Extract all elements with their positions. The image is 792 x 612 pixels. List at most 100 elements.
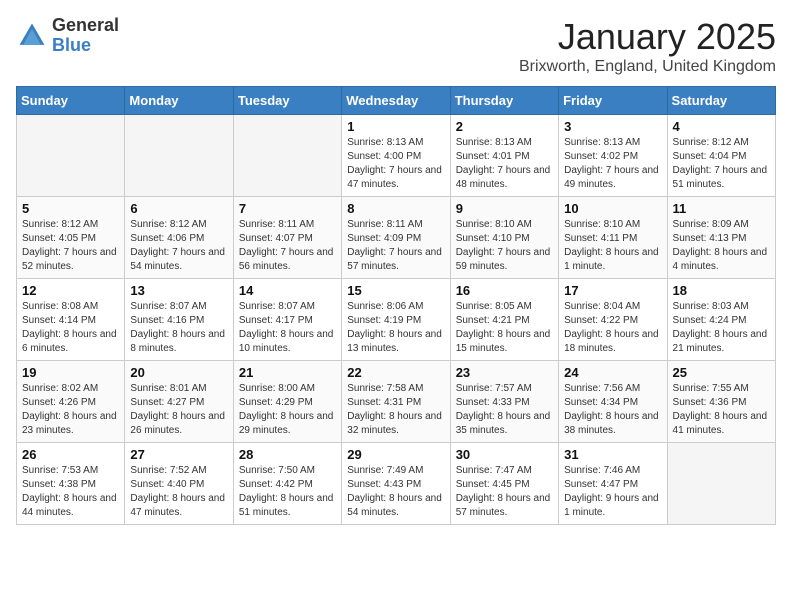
day-number: 30	[456, 447, 553, 462]
logo-blue: Blue	[52, 36, 119, 56]
day-info: Sunrise: 8:04 AM Sunset: 4:22 PM Dayligh…	[564, 300, 661, 356]
calendar-cell	[667, 443, 775, 525]
day-info: Sunrise: 8:07 AM Sunset: 4:17 PM Dayligh…	[239, 300, 336, 356]
weekday-header-wednesday: Wednesday	[342, 87, 450, 115]
calendar-cell: 28Sunrise: 7:50 AM Sunset: 4:42 PM Dayli…	[233, 443, 341, 525]
calendar-cell: 16 Sunrise: 8:05 AM Sunset: 4:21 PM Dayli…	[450, 279, 558, 361]
title-block: January 2025 Brixworth, England, United …	[519, 16, 776, 76]
day-number: 6	[130, 201, 227, 216]
calendar-cell: 3Sunrise: 8:13 AM Sunset: 4:02 PM Daylig…	[559, 115, 667, 197]
calendar-cell: 14 Sunrise: 8:07 AM Sunset: 4:17 PM Dayli…	[233, 279, 341, 361]
calendar-cell: 18 Sunrise: 8:03 AM Sunset: 4:24 PM Dayli…	[667, 279, 775, 361]
day-info: Sunrise: 8:03 AM Sunset: 4:24 PM Dayligh…	[673, 300, 770, 356]
logo-text: General Blue	[52, 16, 119, 56]
day-number: 13	[130, 283, 227, 298]
day-info: Sunrise: 8:12 AM Sunset: 4:05 PM Dayligh…	[22, 218, 119, 274]
calendar-week-row: 26 Sunrise: 7:53 AM Sunset: 4:38 PM Dayli…	[17, 443, 776, 525]
day-number: 12	[22, 283, 119, 298]
calendar-cell	[17, 115, 125, 197]
calendar-cell: 6 Sunrise: 8:12 AM Sunset: 4:06 PM Daylig…	[125, 197, 233, 279]
calendar-cell: 25 Sunrise: 7:55 AM Sunset: 4:36 PM Dayli…	[667, 361, 775, 443]
weekday-header-row: SundayMondayTuesdayWednesdayThursdayFrid…	[17, 87, 776, 115]
day-info: Sunrise: 8:10 AM Sunset: 4:11 PM Dayligh…	[564, 218, 661, 274]
weekday-header-thursday: Thursday	[450, 87, 558, 115]
day-info: Sunrise: 8:12 AM Sunset: 4:06 PM Dayligh…	[130, 218, 227, 274]
day-info: Sunrise: 8:10 AM Sunset: 4:10 PM Dayligh…	[456, 218, 553, 274]
day-number: 7	[239, 201, 336, 216]
day-number: 26	[22, 447, 119, 462]
day-info: Sunrise: 8:13 AM Sunset: 4:01 PM Dayligh…	[456, 136, 553, 192]
calendar-cell: 26 Sunrise: 7:53 AM Sunset: 4:38 PM Dayli…	[17, 443, 125, 525]
day-info: Sunrise: 7:58 AM Sunset: 4:31 PM Dayligh…	[347, 382, 444, 438]
day-info: Sunrise: 8:09 AM Sunset: 4:13 PM Dayligh…	[673, 218, 770, 274]
calendar-cell: 8 Sunrise: 8:11 AM Sunset: 4:09 PM Daylig…	[342, 197, 450, 279]
calendar-cell: 11 Sunrise: 8:09 AM Sunset: 4:13 PM Dayli…	[667, 197, 775, 279]
day-number: 14	[239, 283, 336, 298]
day-number: 18	[673, 283, 770, 298]
day-number: 20	[130, 365, 227, 380]
day-info: Sunrise: 7:56 AM Sunset: 4:34 PM Dayligh…	[564, 382, 661, 438]
day-info: Sunrise: 8:05 AM Sunset: 4:21 PM Dayligh…	[456, 300, 553, 356]
day-number: 8	[347, 201, 444, 216]
weekday-header-tuesday: Tuesday	[233, 87, 341, 115]
calendar-cell: 15Sunrise: 8:06 AM Sunset: 4:19 PM Dayli…	[342, 279, 450, 361]
day-info: Sunrise: 8:00 AM Sunset: 4:29 PM Dayligh…	[239, 382, 336, 438]
calendar-header: SundayMondayTuesdayWednesdayThursdayFrid…	[17, 87, 776, 115]
day-number: 11	[673, 201, 770, 216]
day-number: 2	[456, 119, 553, 134]
day-info: Sunrise: 7:49 AM Sunset: 4:43 PM Dayligh…	[347, 464, 444, 520]
calendar-cell: 20 Sunrise: 8:01 AM Sunset: 4:27 PM Dayli…	[125, 361, 233, 443]
page-header: General Blue January 2025 Brixworth, Eng…	[16, 16, 776, 76]
day-number: 25	[673, 365, 770, 380]
day-number: 5	[22, 201, 119, 216]
calendar-cell: 19Sunrise: 8:02 AM Sunset: 4:26 PM Dayli…	[17, 361, 125, 443]
calendar-cell: 31 Sunrise: 7:46 AM Sunset: 4:47 PM Dayli…	[559, 443, 667, 525]
calendar-cell: 5 Sunrise: 8:12 AM Sunset: 4:05 PM Daylig…	[17, 197, 125, 279]
calendar-cell: 24 Sunrise: 7:56 AM Sunset: 4:34 PM Dayli…	[559, 361, 667, 443]
day-info: Sunrise: 8:13 AM Sunset: 4:02 PM Dayligh…	[564, 136, 661, 192]
weekday-header-saturday: Saturday	[667, 87, 775, 115]
day-info: Sunrise: 8:11 AM Sunset: 4:09 PM Dayligh…	[347, 218, 444, 274]
day-number: 4	[673, 119, 770, 134]
calendar-cell: 4Sunrise: 8:12 AM Sunset: 4:04 PM Daylig…	[667, 115, 775, 197]
calendar-cell: 9Sunrise: 8:10 AM Sunset: 4:10 PM Daylig…	[450, 197, 558, 279]
day-info: Sunrise: 7:55 AM Sunset: 4:36 PM Dayligh…	[673, 382, 770, 438]
day-info: Sunrise: 8:13 AM Sunset: 4:00 PM Dayligh…	[347, 136, 444, 192]
calendar-week-row: 19Sunrise: 8:02 AM Sunset: 4:26 PM Dayli…	[17, 361, 776, 443]
day-info: Sunrise: 8:08 AM Sunset: 4:14 PM Dayligh…	[22, 300, 119, 356]
day-info: Sunrise: 7:57 AM Sunset: 4:33 PM Dayligh…	[456, 382, 553, 438]
weekday-header-monday: Monday	[125, 87, 233, 115]
calendar-cell: 30 Sunrise: 7:47 AM Sunset: 4:45 PM Dayli…	[450, 443, 558, 525]
day-info: Sunrise: 7:53 AM Sunset: 4:38 PM Dayligh…	[22, 464, 119, 520]
calendar-cell: 12 Sunrise: 8:08 AM Sunset: 4:14 PM Dayli…	[17, 279, 125, 361]
weekday-header-friday: Friday	[559, 87, 667, 115]
day-number: 27	[130, 447, 227, 462]
weekday-header-sunday: Sunday	[17, 87, 125, 115]
day-number: 24	[564, 365, 661, 380]
calendar-cell: 22 Sunrise: 7:58 AM Sunset: 4:31 PM Dayli…	[342, 361, 450, 443]
day-number: 1	[347, 119, 444, 134]
calendar-cell: 1 Sunrise: 8:13 AM Sunset: 4:00 PM Daylig…	[342, 115, 450, 197]
day-number: 23	[456, 365, 553, 380]
day-info: Sunrise: 8:02 AM Sunset: 4:26 PM Dayligh…	[22, 382, 119, 438]
calendar-table: SundayMondayTuesdayWednesdayThursdayFrid…	[16, 86, 776, 525]
calendar-week-row: 1 Sunrise: 8:13 AM Sunset: 4:00 PM Daylig…	[17, 115, 776, 197]
logo-general: General	[52, 16, 119, 36]
day-number: 22	[347, 365, 444, 380]
calendar-cell: 2 Sunrise: 8:13 AM Sunset: 4:01 PM Daylig…	[450, 115, 558, 197]
day-number: 16	[456, 283, 553, 298]
calendar-cell	[233, 115, 341, 197]
calendar-cell	[125, 115, 233, 197]
calendar-cell: 17 Sunrise: 8:04 AM Sunset: 4:22 PM Dayli…	[559, 279, 667, 361]
day-number: 17	[564, 283, 661, 298]
day-number: 10	[564, 201, 661, 216]
day-info: Sunrise: 7:46 AM Sunset: 4:47 PM Dayligh…	[564, 464, 661, 520]
logo-icon	[16, 20, 48, 52]
day-number: 31	[564, 447, 661, 462]
day-info: Sunrise: 7:47 AM Sunset: 4:45 PM Dayligh…	[456, 464, 553, 520]
day-info: Sunrise: 8:01 AM Sunset: 4:27 PM Dayligh…	[130, 382, 227, 438]
calendar-cell: 7Sunrise: 8:11 AM Sunset: 4:07 PM Daylig…	[233, 197, 341, 279]
calendar-week-row: 5 Sunrise: 8:12 AM Sunset: 4:05 PM Daylig…	[17, 197, 776, 279]
title-location: Brixworth, England, United Kingdom	[519, 58, 776, 76]
day-number: 21	[239, 365, 336, 380]
